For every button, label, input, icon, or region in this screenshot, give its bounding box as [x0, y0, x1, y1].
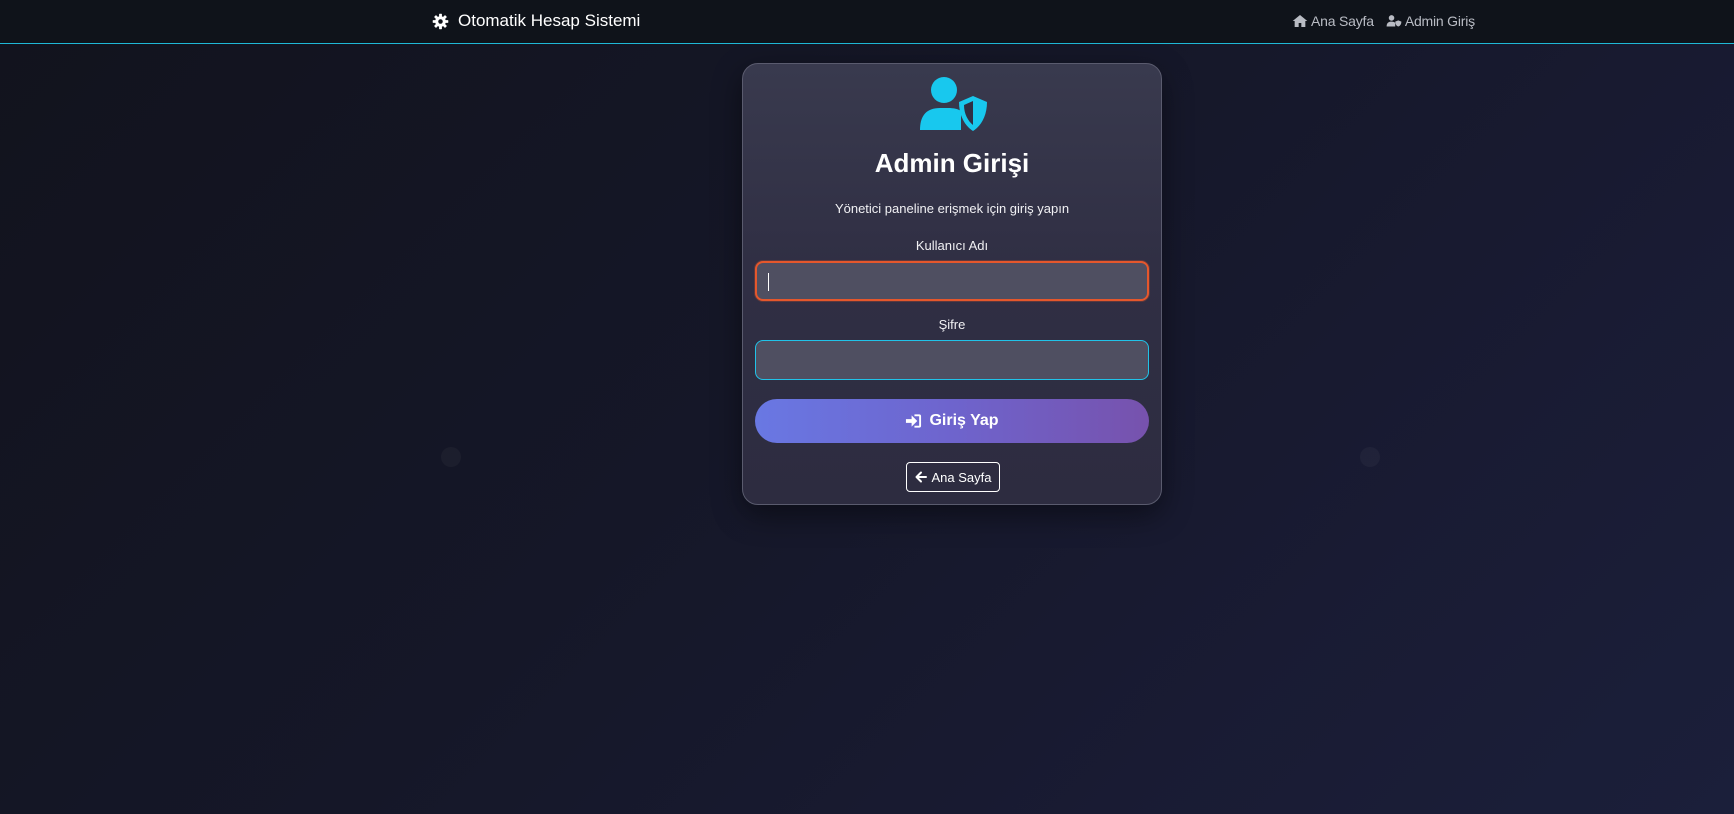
nav-link-admin-login-label: Admin Giriş — [1404, 13, 1475, 29]
home-icon — [1292, 15, 1308, 27]
login-title: Admin Girişi — [874, 148, 1030, 178]
arrow-left-icon — [915, 471, 927, 483]
login-subtitle: Yönetici paneline erişmek için giriş yap… — [834, 201, 1070, 216]
admin-login-card: Admin Girişi Yönetici paneline erişmek i… — [742, 63, 1162, 505]
brand[interactable]: Otomatik Hesap Sistemi — [432, 10, 640, 32]
nav-link-home[interactable]: Ana Sayfa — [1292, 13, 1374, 29]
gear-icon — [432, 13, 449, 29]
sign-in-icon — [906, 414, 922, 428]
login-submit-button[interactable]: Giriş Yap — [755, 399, 1149, 443]
login-submit-label: Giriş Yap — [929, 412, 999, 429]
password-input[interactable] — [755, 340, 1149, 380]
brand-title: Otomatik Hesap Sistemi — [458, 11, 641, 30]
user-shield-icon — [920, 77, 987, 131]
user-shield-icon — [1386, 15, 1402, 27]
nav-link-admin-login[interactable]: Admin Giriş — [1386, 13, 1475, 29]
nav-link-home-label: Ana Sayfa — [1311, 13, 1374, 29]
nav-links: Ana Sayfa Admin Giriş — [1292, 11, 1475, 31]
navbar: Otomatik Hesap Sistemi Ana Sayfa Admin G… — [0, 0, 1734, 44]
username-label: Kullanıcı Adı — [915, 238, 989, 253]
password-label: Şifre — [938, 317, 966, 332]
decorative-dot-right — [1360, 447, 1380, 467]
decorative-dot-left — [441, 447, 461, 467]
back-home-button[interactable]: Ana Sayfa — [906, 462, 1000, 492]
back-home-label: Ana Sayfa — [931, 469, 992, 485]
text-caret — [768, 273, 769, 291]
username-input[interactable] — [755, 261, 1149, 301]
